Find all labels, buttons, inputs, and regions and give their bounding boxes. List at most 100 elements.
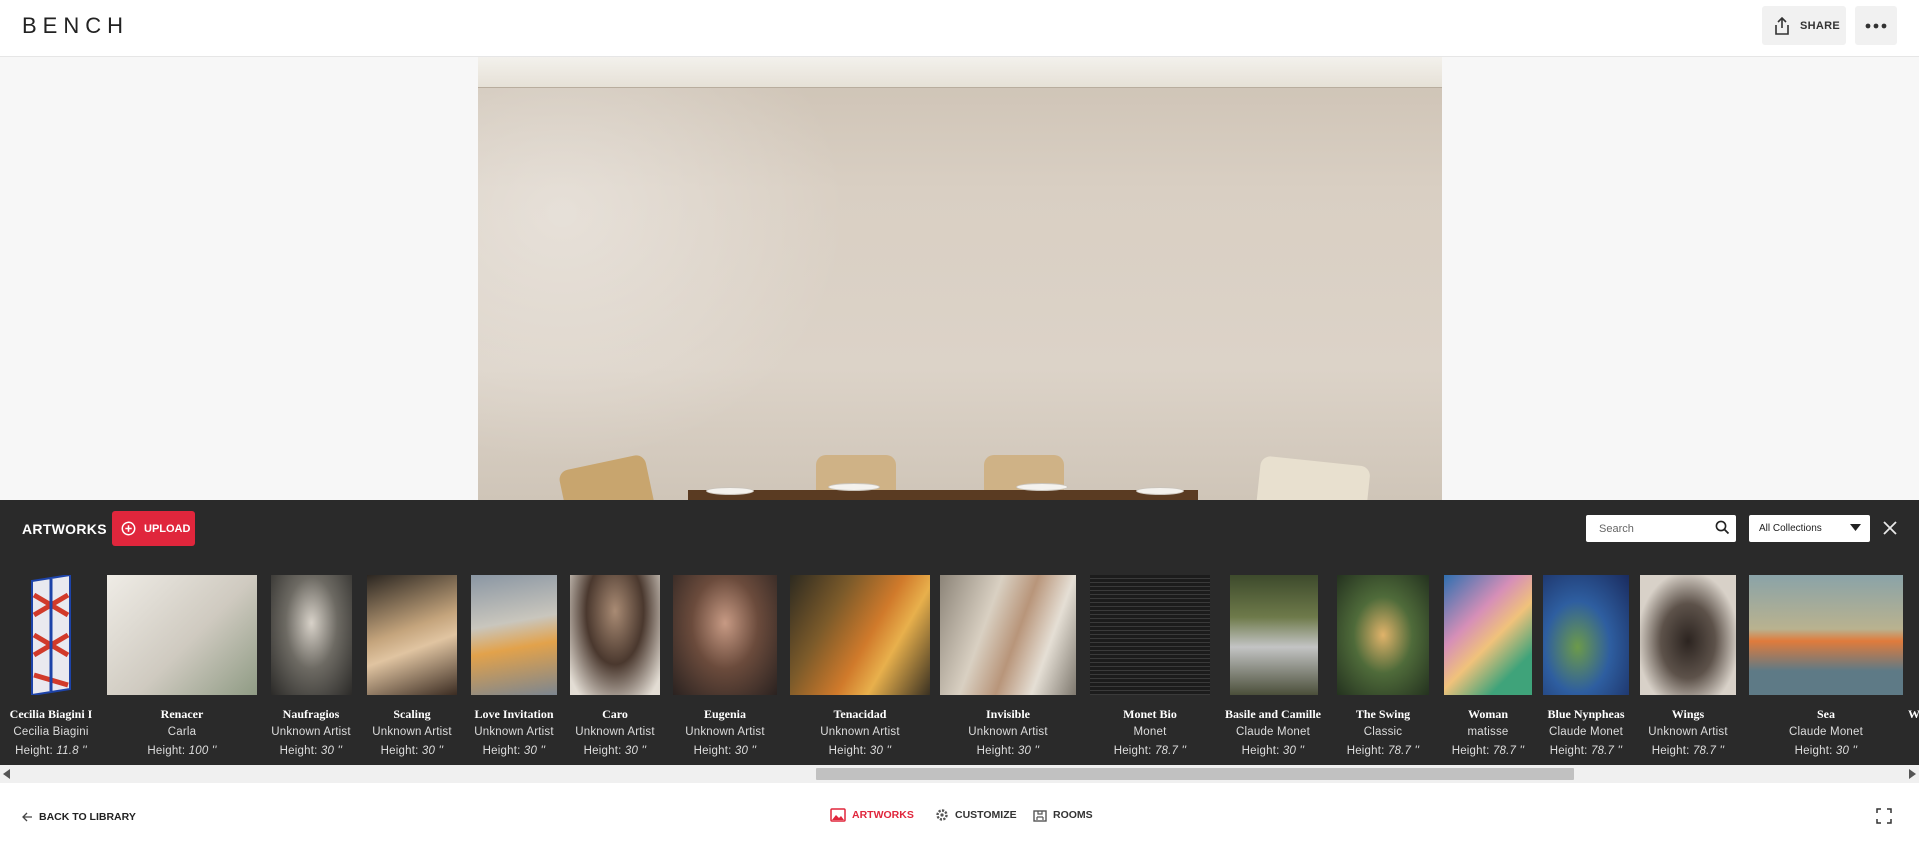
artwork-card[interactable]: Renacer Carla Height: 100 '' bbox=[106, 575, 258, 765]
more-horizontal-icon bbox=[1865, 23, 1887, 28]
artwork-height: Height: 30 '' bbox=[380, 745, 444, 757]
arrow-left-icon bbox=[22, 812, 32, 822]
artwork-height: Height: 30 '' bbox=[693, 745, 757, 757]
artwork-title: Scaling bbox=[393, 707, 431, 721]
brand-logo[interactable]: BENCH bbox=[22, 13, 129, 39]
artwork-title: Tenacidad bbox=[833, 707, 887, 721]
artwork-artist: Claude Monet bbox=[1549, 726, 1623, 738]
tab-customize[interactable]: CUSTOMIZE bbox=[935, 808, 1017, 822]
artwork-card[interactable]: Scaling Unknown Artist Height: 30 '' bbox=[362, 575, 462, 765]
search-input[interactable] bbox=[1586, 516, 1704, 541]
artwork-card-partial[interactable]: W bbox=[1908, 575, 1919, 765]
plate bbox=[1136, 487, 1184, 495]
more-options-button[interactable] bbox=[1855, 6, 1897, 45]
artwork-artist: Unknown Artist bbox=[372, 726, 452, 738]
back-to-library-link[interactable]: BACK TO LIBRARY bbox=[22, 811, 136, 823]
scroll-left-icon[interactable] bbox=[3, 769, 11, 779]
room-wall-light bbox=[478, 88, 898, 500]
artwork-title: Blue Nynpheas bbox=[1547, 707, 1625, 721]
artwork-height: Height: 78.7 '' bbox=[1113, 745, 1187, 757]
search-box bbox=[1586, 515, 1736, 542]
artwork-card[interactable]: Invisible Unknown Artist Height: 30 '' bbox=[936, 575, 1080, 765]
artwork-card[interactable]: Eugenia Unknown Artist Height: 30 '' bbox=[666, 575, 784, 765]
artwork-height: Height: 100 '' bbox=[147, 745, 217, 757]
artwork-title: Wings bbox=[1671, 707, 1705, 721]
artwork-title: Invisible bbox=[985, 707, 1030, 721]
artwork-height: Height: 11.8 '' bbox=[15, 745, 87, 757]
scrollbar-thumb[interactable] bbox=[816, 768, 1574, 780]
artwork-title: Caro bbox=[602, 707, 628, 721]
artwork-title: Sea bbox=[1817, 707, 1835, 721]
artwork-card[interactable]: The Swing Classic Height: 78.7 '' bbox=[1330, 575, 1436, 765]
artwork-card[interactable]: Wings Unknown Artist Height: 78.7 '' bbox=[1640, 575, 1736, 765]
artwork-artist: Unknown Artist bbox=[1648, 726, 1728, 738]
artwork-artist: Unknown Artist bbox=[575, 726, 655, 738]
artwork-artist: Unknown Artist bbox=[968, 726, 1048, 738]
artwork-height: Height: 30 '' bbox=[828, 745, 892, 757]
artwork-height: Height: 78.7 '' bbox=[1346, 745, 1420, 757]
artwork-thumbnail bbox=[1749, 575, 1903, 695]
upload-button[interactable]: UPLOAD bbox=[112, 511, 195, 546]
close-panel-icon[interactable] bbox=[1880, 518, 1900, 538]
collection-select-value: All Collections bbox=[1759, 523, 1822, 534]
artwork-thumbnail bbox=[790, 575, 930, 695]
caret-down-icon bbox=[1850, 524, 1861, 531]
artwork-artist: Monet bbox=[1133, 726, 1167, 738]
tab-rooms[interactable]: ROOMS bbox=[1033, 808, 1093, 822]
artwork-card[interactable]: Blue Nynpheas Claude Monet Height: 78.7 … bbox=[1540, 575, 1632, 765]
artwork-artist: Claude Monet bbox=[1789, 726, 1863, 738]
upload-label: UPLOAD bbox=[144, 522, 191, 535]
plate bbox=[1016, 483, 1068, 491]
artwork-artist: Unknown Artist bbox=[685, 726, 765, 738]
gear-icon bbox=[936, 809, 948, 821]
artwork-card[interactable]: Woman matisse Height: 78.7 '' bbox=[1438, 575, 1538, 765]
artwork-title: The Swing bbox=[1355, 707, 1411, 721]
tab-rooms-label: ROOMS bbox=[1053, 809, 1093, 821]
collection-select[interactable]: All Collections bbox=[1749, 515, 1870, 542]
plate bbox=[706, 487, 754, 495]
artwork-card[interactable]: Sea Claude Monet Height: 30 '' bbox=[1746, 575, 1906, 765]
search-icon[interactable] bbox=[1715, 520, 1730, 535]
share-icon bbox=[1775, 16, 1789, 35]
room-preview[interactable] bbox=[478, 57, 1442, 500]
artwork-height: Height: 30 '' bbox=[1241, 745, 1305, 757]
tab-customize-label: CUSTOMIZE bbox=[955, 809, 1017, 821]
artwork-height: Height: 30 '' bbox=[1794, 745, 1858, 757]
dining-table bbox=[688, 490, 1198, 500]
artworks-icon bbox=[830, 808, 846, 822]
fullscreen-icon[interactable] bbox=[1876, 808, 1892, 824]
artwork-card[interactable]: Basile and Camille Claude Monet Height: … bbox=[1218, 575, 1328, 765]
app-root: BENCH SHARE ARTWORKS UPLOAD All Collecti… bbox=[0, 0, 1919, 850]
panel-title: ARTWORKS bbox=[22, 521, 107, 537]
artwork-title: Cecilia Biagini I bbox=[9, 707, 93, 721]
artwork-artist: Unknown Artist bbox=[474, 726, 554, 738]
artwork-artist: matisse bbox=[1467, 726, 1509, 738]
room-ceiling bbox=[478, 57, 1442, 88]
artwork-thumbnail bbox=[673, 575, 777, 695]
artwork-card[interactable]: Caro Unknown Artist Height: 30 '' bbox=[566, 575, 664, 765]
artwork-title: W bbox=[1908, 707, 1919, 721]
artwork-height: Height: 78.7 '' bbox=[1651, 745, 1725, 757]
artwork-artist: Classic bbox=[1363, 726, 1403, 738]
artwork-height: Height: 30 '' bbox=[279, 745, 343, 757]
artwork-thumbnail bbox=[1090, 575, 1210, 695]
tab-artworks[interactable]: ARTWORKS bbox=[830, 808, 914, 822]
back-to-library-label: BACK TO LIBRARY bbox=[39, 811, 136, 823]
artwork-height: Height: 30 '' bbox=[976, 745, 1040, 757]
plate bbox=[828, 483, 880, 491]
artwork-thumbnail bbox=[26, 575, 76, 695]
artwork-card[interactable]: Monet Bio Monet Height: 78.7 '' bbox=[1082, 575, 1218, 765]
top-bar: BENCH SHARE bbox=[0, 0, 1919, 57]
artwork-card[interactable]: Love Invitation Unknown Artist Height: 3… bbox=[464, 575, 564, 765]
artwork-card[interactable]: Naufragios Unknown Artist Height: 30 '' bbox=[262, 575, 360, 765]
chair-right bbox=[1255, 455, 1371, 500]
artwork-card[interactable]: Tenacidad Unknown Artist Height: 30 '' bbox=[786, 575, 934, 765]
artwork-card[interactable]: Cecilia Biagini I Cecilia Biagini Height… bbox=[0, 575, 102, 765]
artwork-artist: Unknown Artist bbox=[271, 726, 351, 738]
artwork-thumbnail bbox=[1444, 575, 1532, 695]
artwork-title: Naufragios bbox=[282, 707, 340, 721]
artwork-strip-scrollbar[interactable] bbox=[0, 765, 1919, 783]
share-button[interactable]: SHARE bbox=[1762, 6, 1846, 45]
scroll-right-icon[interactable] bbox=[1908, 769, 1916, 779]
artwork-strip: Cecilia Biagini I Cecilia Biagini Height… bbox=[0, 575, 1919, 765]
